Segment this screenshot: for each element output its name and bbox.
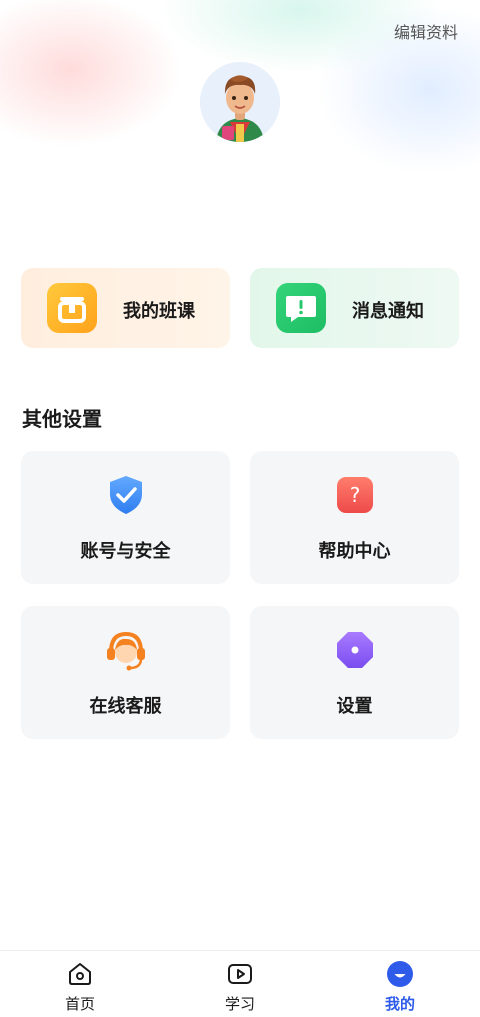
play-icon: [226, 960, 254, 988]
headset-icon: [104, 628, 148, 672]
help-icon: ?: [333, 473, 377, 517]
my-class-card[interactable]: 我的班课: [21, 268, 230, 348]
profile-icon: [386, 960, 414, 988]
online-service-card[interactable]: 在线客服: [21, 606, 230, 739]
bottom-tab-bar: 首页 学习 我的: [0, 950, 480, 1017]
help-center-card[interactable]: ? 帮助中心: [250, 451, 459, 584]
edit-profile-link[interactable]: 编辑资料: [394, 19, 458, 43]
message-notification-label: 消息通知: [352, 301, 424, 322]
tab-study[interactable]: 学习: [160, 951, 320, 1017]
avatar[interactable]: [200, 62, 280, 142]
home-icon: [66, 960, 94, 988]
tab-study-label: 学习: [224, 995, 255, 1013]
svg-text:?: ?: [350, 483, 361, 507]
message-notification-card[interactable]: 消息通知: [250, 268, 459, 348]
tab-home[interactable]: 首页: [0, 951, 160, 1017]
tab-mine[interactable]: 我的: [320, 951, 480, 1017]
tab-home-label: 首页: [64, 995, 95, 1013]
tab-mine-label: 我的: [384, 995, 415, 1013]
section-title: 其他设置: [22, 407, 102, 431]
shield-check-icon: [104, 473, 148, 517]
account-security-card[interactable]: 账号与安全: [21, 451, 230, 584]
settings-label: 设置: [336, 696, 373, 717]
help-center-label: 帮助中心: [318, 541, 391, 562]
settings-icon: [333, 628, 377, 672]
settings-card[interactable]: 设置: [250, 606, 459, 739]
avatar-illustration: [200, 62, 280, 142]
online-service-label: 在线客服: [89, 696, 162, 717]
my-class-label: 我的班课: [123, 301, 195, 322]
class-icon: [47, 283, 97, 333]
message-icon: [276, 283, 326, 333]
account-security-label: 账号与安全: [80, 541, 171, 562]
